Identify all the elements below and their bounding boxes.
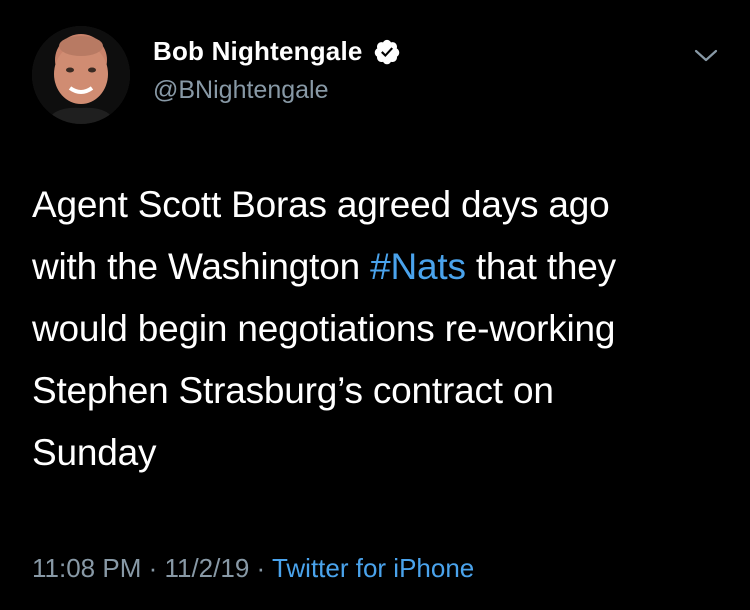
tweet-time[interactable]: 11:08 PM bbox=[32, 553, 141, 583]
tweet-line: Stephen Strasburg’s contract on bbox=[32, 360, 732, 422]
author-handle[interactable]: @BNightengale bbox=[153, 76, 329, 105]
verified-badge-icon bbox=[373, 38, 401, 66]
tweet-date[interactable]: 11/2/19 bbox=[164, 553, 249, 583]
tweet-line: Agent Scott Boras agreed days ago bbox=[32, 174, 732, 236]
tweet-meta: 11:08 PM · 11/2/19 · Twitter for iPhone bbox=[32, 553, 474, 584]
more-options-button[interactable] bbox=[690, 42, 722, 70]
tweet-text-segment: Sunday bbox=[32, 432, 157, 473]
tweet-text-segment: Stephen Strasburg’s contract on bbox=[32, 370, 554, 411]
tweet-text: Agent Scott Boras agreed days ago with t… bbox=[32, 174, 732, 484]
tweet-text-segment: would begin negotiations re-working bbox=[32, 308, 616, 349]
author-display-name[interactable]: Bob Nightengale bbox=[153, 36, 363, 67]
avatar-image bbox=[32, 26, 130, 124]
meta-separator: · bbox=[141, 553, 165, 583]
avatar[interactable] bbox=[32, 26, 130, 124]
hashtag-link[interactable]: #Nats bbox=[370, 246, 466, 287]
tweet-line: Sunday bbox=[32, 422, 732, 484]
tweet-text-segment: Agent Scott Boras agreed days ago bbox=[32, 184, 610, 225]
tweet-line: with the Washington #Nats that they bbox=[32, 236, 732, 298]
tweet-source-link[interactable]: Twitter for iPhone bbox=[272, 553, 474, 583]
meta-separator: · bbox=[249, 553, 272, 583]
tweet-text-segment: with the Washington bbox=[32, 246, 371, 287]
tweet-line: would begin negotiations re-working bbox=[32, 298, 732, 360]
tweet-card: Bob Nightengale @BNightengale Agent Scot… bbox=[0, 0, 750, 610]
tweet-text-segment: that they bbox=[465, 246, 616, 287]
chevron-down-icon bbox=[694, 49, 718, 62]
author-name-row[interactable]: Bob Nightengale bbox=[153, 36, 401, 67]
